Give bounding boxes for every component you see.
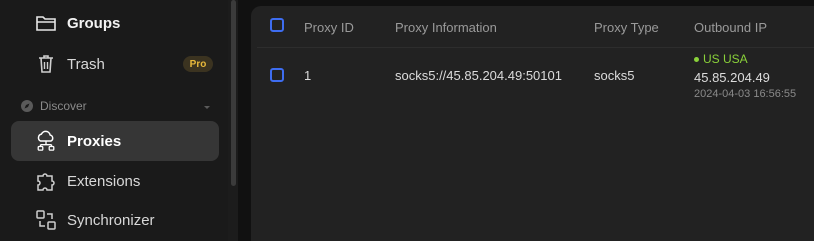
row-checkbox[interactable] <box>270 68 284 82</box>
folder-icon <box>35 12 57 34</box>
synchronizer-icon <box>35 209 57 231</box>
sidebar-item-extensions[interactable]: Extensions <box>11 161 219 201</box>
sidebar-item-label: Trash <box>67 55 105 73</box>
outbound-timestamp: 2024-04-03 16:56:55 <box>694 88 797 100</box>
column-header-outbound-ip[interactable]: Outbound IP <box>694 20 767 35</box>
column-header-proxy-id[interactable]: Proxy ID <box>304 20 354 35</box>
pro-badge: Pro <box>183 56 213 72</box>
proxy-network-icon <box>35 130 57 152</box>
cell-proxy-id: 1 <box>304 68 312 83</box>
header-divider <box>257 47 814 48</box>
outbound-country-label: US USA <box>703 52 748 66</box>
outbound-country: US USA <box>694 52 748 66</box>
sidebar-scrollbar[interactable] <box>231 0 236 186</box>
section-header-discover[interactable]: Discover <box>20 97 212 115</box>
cell-outbound-ip: 45.85.204.49 <box>694 70 770 85</box>
sidebar: Groups Trash Pro Discover Proxies Extens… <box>0 0 228 241</box>
trash-icon <box>35 53 57 75</box>
sidebar-item-label: Extensions <box>67 172 141 190</box>
select-all-checkbox[interactable] <box>270 18 284 32</box>
sidebar-item-groups[interactable]: Groups <box>11 3 219 43</box>
section-label: Discover <box>40 99 87 113</box>
sidebar-item-trash[interactable]: Trash Pro <box>11 44 219 84</box>
column-header-proxy-information[interactable]: Proxy Information <box>395 20 497 35</box>
cell-proxy-type: socks5 <box>594 68 635 83</box>
sidebar-item-synchronizer[interactable]: Synchronizer <box>11 200 219 240</box>
column-header-proxy-type[interactable]: Proxy Type <box>594 20 659 35</box>
sidebar-item-label: Synchronizer <box>67 211 155 229</box>
puzzle-icon <box>35 170 57 192</box>
sidebar-item-label: Proxies <box>67 132 122 150</box>
sidebar-item-label: Groups <box>67 14 121 32</box>
chevron-down-icon <box>202 99 212 117</box>
sidebar-item-proxies[interactable]: Proxies <box>11 121 219 161</box>
cell-proxy-information: socks5://45.85.204.49:50101 <box>395 68 562 83</box>
status-dot <box>694 56 699 62</box>
proxy-table-panel <box>251 6 814 241</box>
compass-icon <box>20 99 34 118</box>
